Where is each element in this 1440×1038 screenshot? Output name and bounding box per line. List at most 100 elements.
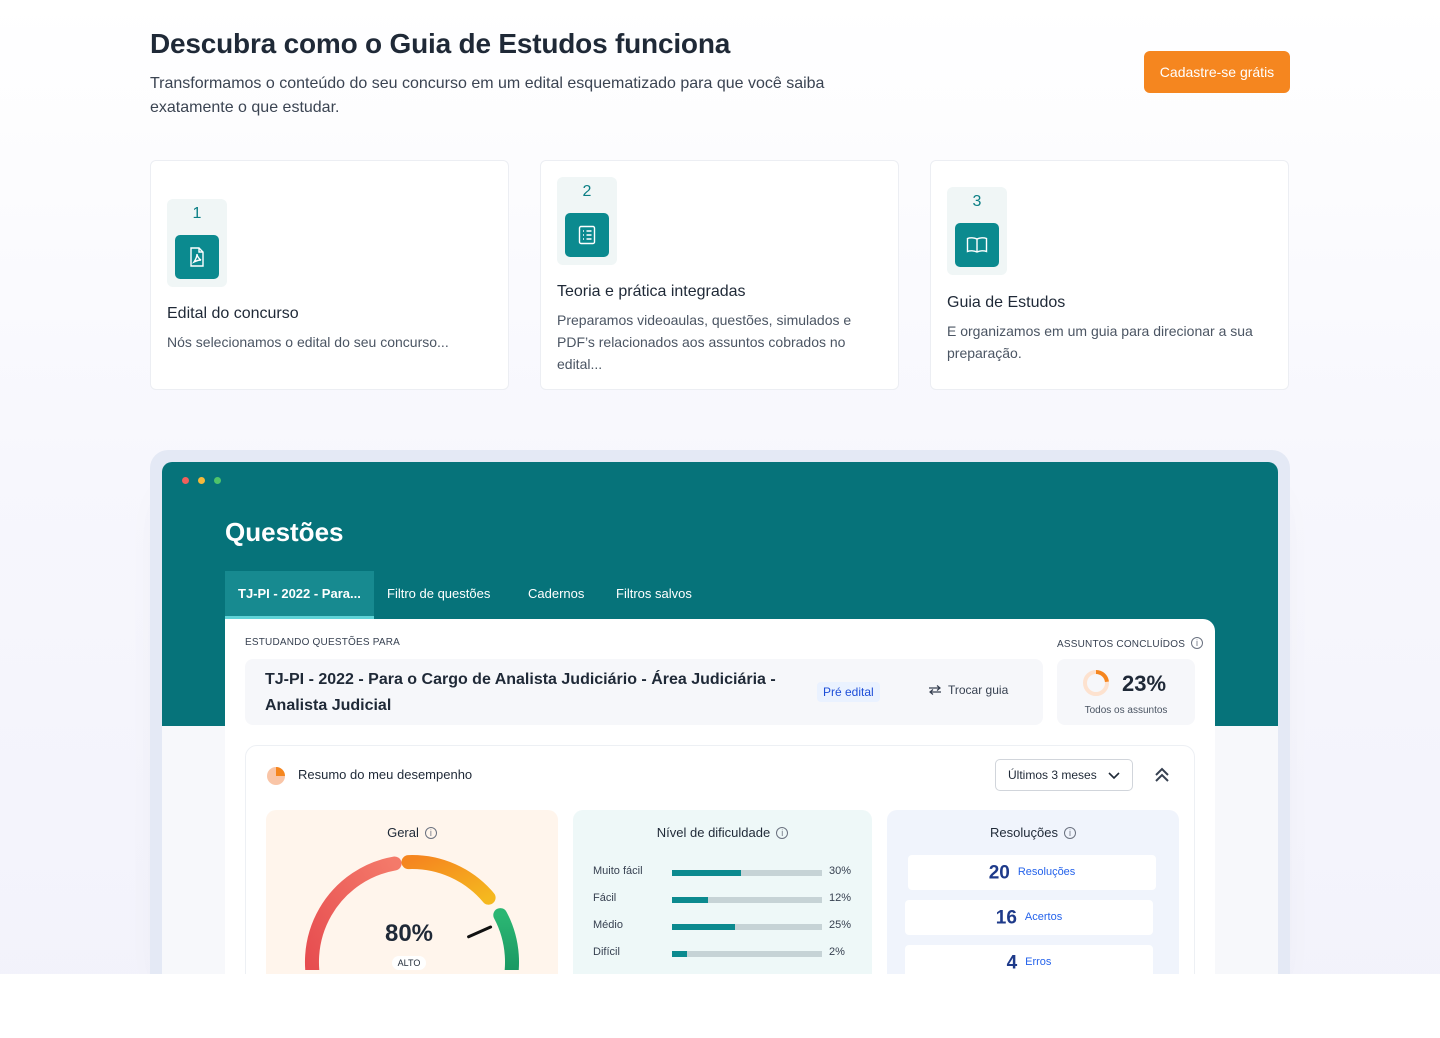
tab-saved-filters[interactable]: Filtros salvos bbox=[603, 571, 705, 619]
difficulty-percent: 2% bbox=[829, 946, 845, 958]
step-badge: 2 bbox=[557, 177, 617, 265]
page-title: Questões bbox=[225, 517, 344, 547]
page-footer-band bbox=[0, 974, 1440, 1038]
info-icon[interactable]: i bbox=[424, 827, 437, 839]
difficulty-title: Nível de dificuldade i bbox=[573, 825, 872, 840]
resolutions-wrong-label: Erros bbox=[1025, 956, 1052, 969]
window-minimize-dot bbox=[198, 477, 205, 484]
collapse-icon[interactable] bbox=[1150, 763, 1174, 787]
resolutions-title: Resoluções i bbox=[887, 825, 1179, 840]
step-card-2: 2 Teoria e prática integradas Preparamos… bbox=[540, 160, 899, 390]
resolutions-wrong: 4 Erros bbox=[905, 945, 1153, 974]
hero-subtitle-line1: Transformamos o conteúdo do seu concurso… bbox=[150, 75, 825, 92]
mockup-window: Questões TJ-PI - 2022 - Para... Filtro d… bbox=[162, 462, 1278, 974]
period-select-value: Últimos 3 meses bbox=[1008, 768, 1097, 782]
difficulty-label: Fácil bbox=[593, 892, 617, 904]
completed-summary: 23% Todos os assuntos bbox=[1057, 659, 1195, 725]
chevron-down-icon bbox=[1108, 772, 1120, 780]
difficulty-track bbox=[672, 951, 822, 957]
general-value: 80% bbox=[384, 920, 434, 947]
app-mockup: Questões TJ-PI - 2022 - Para... Filtro d… bbox=[150, 450, 1290, 974]
difficulty-bar-fill bbox=[672, 897, 708, 903]
general-card: Geral i 80% ALTO bbox=[266, 810, 558, 974]
status-badge: Pré edital bbox=[817, 682, 880, 702]
difficulty-bar-fill bbox=[672, 951, 687, 957]
resolutions-title-text: Resoluções bbox=[990, 825, 1058, 840]
step-number: 3 bbox=[972, 193, 982, 210]
difficulty-percent: 25% bbox=[829, 919, 852, 931]
step-number: 2 bbox=[582, 183, 592, 200]
difficulty-track bbox=[672, 897, 822, 903]
performance-summary: Resumo do meu desempenho Últimos 3 meses… bbox=[245, 745, 1195, 974]
completed-percent: 23% bbox=[1122, 671, 1167, 696]
window-maximize-dot bbox=[214, 477, 221, 484]
difficulty-percent: 30% bbox=[829, 865, 852, 877]
difficulty-row: Fácil 12% bbox=[593, 892, 863, 908]
step-card-3: 3 Guia de Estudos E organizamos em um gu… bbox=[930, 160, 1289, 390]
difficulty-track bbox=[672, 870, 822, 876]
difficulty-card: Nível de dificuldade i Muito fácil 30% Fáci… bbox=[573, 810, 872, 974]
info-icon[interactable]: i bbox=[1063, 827, 1076, 839]
difficulty-bar-fill bbox=[672, 870, 741, 876]
difficulty-row: Médio 25% bbox=[593, 919, 863, 935]
difficulty-track bbox=[672, 924, 822, 930]
difficulty-title-text: Nível de dificuldade bbox=[656, 825, 771, 840]
checklist-icon bbox=[565, 213, 609, 257]
hero-subtitle-line2: exatamente o que estudar. bbox=[150, 99, 340, 116]
info-icon[interactable]: i bbox=[1191, 637, 1204, 649]
step-number: 1 bbox=[192, 205, 202, 222]
book-icon bbox=[955, 223, 999, 267]
gauge-chart bbox=[304, 855, 519, 970]
swap-icon bbox=[929, 685, 941, 695]
difficulty-bar-fill bbox=[672, 924, 735, 930]
step-title: Guia de Estudos bbox=[947, 294, 1066, 311]
hero-title: Descubra como o Guia de Estudos funciona bbox=[150, 28, 731, 59]
studying-label: ESTUDANDO QUESTÕES PARA bbox=[245, 637, 400, 648]
difficulty-label: Médio bbox=[593, 919, 623, 931]
hero-subtitle: Transformamos o conteúdo do seu concurso… bbox=[150, 72, 910, 120]
guide-name: TJ-PI - 2022 - Para o Cargo de Analista … bbox=[265, 671, 776, 714]
resolutions-correct: 16 Acertos bbox=[905, 900, 1153, 935]
switch-guide-label: Trocar guia bbox=[948, 683, 1009, 697]
difficulty-label: Difícil bbox=[593, 946, 620, 958]
pie-chart-icon bbox=[267, 767, 285, 785]
questions-panel: ESTUDANDO QUESTÕES PARA ASSUNTOS CONCLUÍ… bbox=[225, 619, 1215, 974]
performance-title: Resumo do meu desempenho bbox=[298, 767, 473, 782]
general-level-badge: ALTO bbox=[392, 956, 426, 970]
resolutions-total-label: Resoluções bbox=[1017, 866, 1076, 879]
gauge-low-segment bbox=[304, 856, 402, 970]
step-description: E organizamos em um guia para direcionar… bbox=[947, 323, 1253, 361]
signup-button[interactable]: Cadastre-se grátis bbox=[1144, 51, 1290, 93]
resolutions-correct-label: Acertos bbox=[1024, 911, 1063, 924]
step-title: Teoria e prática integradas bbox=[557, 283, 746, 300]
switch-guide-button[interactable]: Trocar guia bbox=[928, 683, 1008, 697]
info-icon[interactable]: i bbox=[776, 827, 789, 839]
completed-label-text: ASSUNTOS CONCLUÍDOS bbox=[1057, 639, 1186, 650]
period-select[interactable]: Últimos 3 meses bbox=[995, 759, 1133, 791]
resolutions-wrong-value: 4 bbox=[1006, 952, 1018, 974]
difficulty-label: Muito fácil bbox=[593, 865, 643, 877]
tab-notebooks[interactable]: Cadernos bbox=[515, 571, 597, 619]
step-badge: 3 bbox=[947, 187, 1007, 275]
hero-section: Descubra como o Guia de Estudos funciona… bbox=[150, 28, 910, 120]
tab-question-filter[interactable]: Filtro de questões bbox=[374, 571, 503, 619]
completed-label: ASSUNTOS CONCLUÍDOS i bbox=[1057, 637, 1204, 650]
gauge-mid-segment bbox=[401, 855, 496, 905]
difficulty-row: Muito fácil 30% bbox=[593, 865, 863, 881]
progress-ring bbox=[1083, 670, 1109, 696]
tab-current-guide[interactable]: TJ-PI - 2022 - Para... bbox=[225, 571, 374, 619]
general-title: Geral i bbox=[266, 825, 558, 840]
difficulty-row: Difícil 2% bbox=[593, 946, 863, 962]
general-title-text: Geral bbox=[387, 825, 419, 840]
window-close-dot bbox=[182, 477, 189, 484]
resolutions-total: 20 Resoluções bbox=[908, 855, 1156, 890]
difficulty-percent: 12% bbox=[829, 892, 852, 904]
current-guide: TJ-PI - 2022 - Para o Cargo de Analista … bbox=[245, 659, 1043, 725]
step-card-1: 1 Edital do concurso Nós selecionamos o … bbox=[150, 160, 509, 390]
step-title: Edital do concurso bbox=[167, 305, 299, 322]
pdf-icon bbox=[175, 235, 219, 279]
completed-subtitle: Todos os assuntos bbox=[1084, 705, 1168, 716]
step-badge: 1 bbox=[167, 199, 227, 287]
resolutions-correct-value: 16 bbox=[995, 907, 1017, 929]
step-description: Nós selecionamos o edital do seu concurs… bbox=[167, 334, 449, 350]
